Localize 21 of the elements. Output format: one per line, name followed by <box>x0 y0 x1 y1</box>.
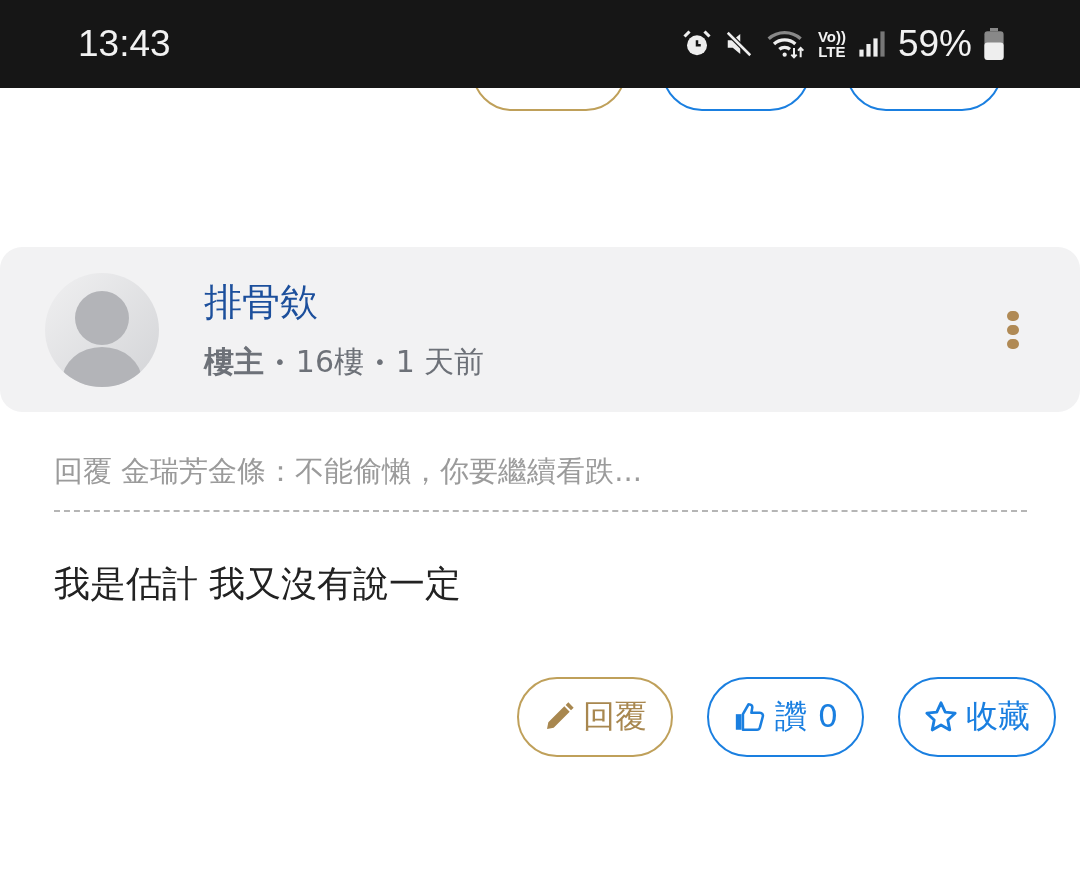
battery-percent: 59% <box>897 23 972 65</box>
reply-quote: 回覆 金瑞芳金條：不能偷懶，你要繼續看跌... <box>54 452 1027 512</box>
lte-label: LTE <box>818 44 846 59</box>
avatar-icon <box>45 272 159 387</box>
wifi-icon <box>765 28 806 60</box>
battery-icon <box>984 28 1004 60</box>
more-options-icon[interactable] <box>1006 309 1020 350</box>
clock-time: 13:43 <box>78 23 171 65</box>
separator-dot: • <box>374 350 386 374</box>
signal-icon <box>857 30 886 58</box>
post-time: 1 天前 <box>395 342 485 381</box>
author-name[interactable]: 排骨欸 <box>204 276 485 328</box>
star-icon <box>924 700 958 734</box>
favorite-button[interactable]: 收藏 <box>898 677 1056 757</box>
floor-number: 16樓 <box>295 342 364 381</box>
post-body: 我是估計 我又沒有說一定 <box>54 562 463 606</box>
reply-button[interactable]: 回覆 <box>517 677 674 757</box>
role-label: 樓主 <box>204 342 264 381</box>
volte-label: Vo)) <box>817 29 846 44</box>
like-button[interactable]: 讚 0 <box>707 677 864 757</box>
separator-dot: • <box>274 350 286 374</box>
